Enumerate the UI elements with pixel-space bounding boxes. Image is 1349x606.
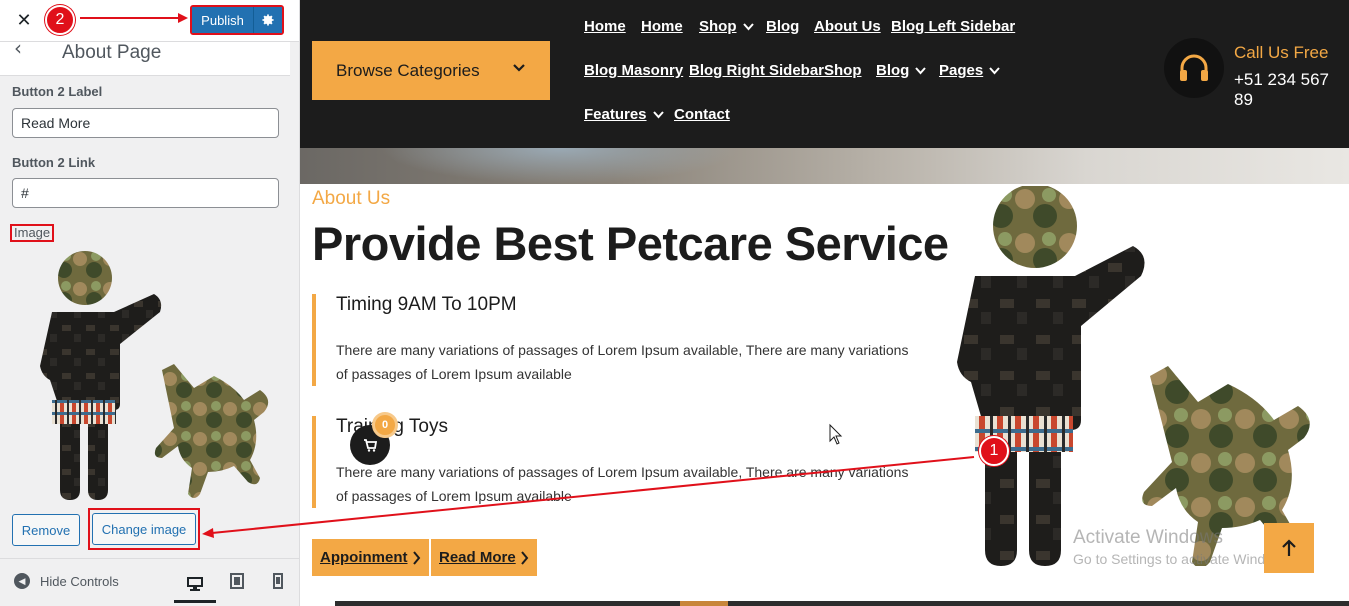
chevron-right-icon xyxy=(412,550,420,565)
site-header: Browse Categories Home Home Shop Blog Ab… xyxy=(300,0,1349,148)
collapse-arrow-icon: ◀ xyxy=(14,573,30,589)
site-preview: Browse Categories Home Home Shop Blog Ab… xyxy=(300,0,1349,606)
call-icon-circle xyxy=(1164,38,1224,98)
read-more-button[interactable]: Read More xyxy=(431,539,537,576)
publish-button[interactable]: Publish xyxy=(192,7,254,33)
hide-controls-label: Hide Controls xyxy=(40,573,119,589)
publish-settings-gear-icon[interactable] xyxy=(254,7,282,33)
appointment-button[interactable]: Appoinment xyxy=(312,539,429,576)
next-section-edge xyxy=(335,601,1349,606)
section-title-bar: ‹ About Page xyxy=(0,36,290,76)
close-customizer-button[interactable]: ✕ xyxy=(10,6,38,34)
browse-categories-label: Browse Categories xyxy=(336,60,480,80)
desktop-icon xyxy=(187,576,203,591)
image-preview-thumbnail xyxy=(40,251,269,500)
feature-training-title: Training Toys xyxy=(336,416,448,437)
hero-image-strip xyxy=(300,148,1349,184)
nav-blog-label: Blog xyxy=(876,62,910,79)
chevron-down-icon xyxy=(915,66,927,74)
nav-blog-dropdown[interactable]: Blog xyxy=(876,62,927,79)
button2-link-input[interactable]: # xyxy=(12,178,279,208)
nav-home-1[interactable]: Home xyxy=(584,18,626,35)
change-image-button[interactable]: Change image xyxy=(92,513,196,545)
nav-shop-label: Shop xyxy=(699,18,737,35)
device-desktop-button[interactable] xyxy=(174,567,216,603)
activate-windows-title: Activate Windows xyxy=(1073,527,1223,548)
nav-pages-label: Pages xyxy=(939,62,984,79)
nav-blog-right-sidebar[interactable]: Blog Right Sidebar xyxy=(689,62,824,79)
scroll-to-top-button[interactable] xyxy=(1264,523,1314,573)
nav-about-us[interactable]: About Us xyxy=(814,18,881,35)
nav-shop-2[interactable]: Shop xyxy=(824,62,862,79)
about-title: Provide Best Petcare Service xyxy=(312,217,949,270)
hide-controls-button[interactable]: ◀ Hide Controls xyxy=(14,573,119,589)
mobile-icon xyxy=(273,573,283,589)
chevron-down-icon xyxy=(652,110,664,118)
feature-timing: Timing 9AM To 10PM There are many variat… xyxy=(312,294,912,386)
chevron-down-icon xyxy=(989,66,1000,74)
remove-image-button[interactable]: Remove xyxy=(12,514,80,546)
chevron-right-icon xyxy=(520,550,528,565)
device-tablet-button[interactable] xyxy=(225,569,249,593)
nav-contact[interactable]: Contact xyxy=(674,106,730,123)
nav-blog[interactable]: Blog xyxy=(766,18,799,35)
nav-pages-dropdown[interactable]: Pages xyxy=(939,62,1000,79)
nav-shop-dropdown[interactable]: Shop xyxy=(699,18,754,35)
arrow-up-icon xyxy=(1282,539,1296,556)
nav-blog-masonry[interactable]: Blog Masonry xyxy=(584,62,683,79)
feature-timing-title: Timing 9AM To 10PM xyxy=(336,294,517,315)
back-chevron-icon[interactable]: ‹ xyxy=(14,36,22,60)
headphones-icon xyxy=(1180,54,1208,81)
cart-count-badge: 0 xyxy=(372,412,398,438)
nav-features-dropdown[interactable]: Features xyxy=(584,106,664,123)
browse-categories-button[interactable]: Browse Categories xyxy=(312,41,550,100)
image-field-title: Image xyxy=(10,224,55,242)
appointment-label: Appoinment xyxy=(320,549,408,566)
feature-training-text: There are many variations of passages of… xyxy=(336,464,909,504)
publish-highlight: Publish xyxy=(190,5,284,35)
about-kicker: About Us xyxy=(312,188,391,209)
step-1-badge: 1 xyxy=(979,436,1009,466)
step-2-badge: 2 xyxy=(45,5,75,35)
nav-blog-left-sidebar[interactable]: Blog Left Sidebar xyxy=(891,18,1015,35)
chevron-down-icon xyxy=(742,22,754,30)
customizer-footer: ◀ Hide Controls xyxy=(0,558,299,606)
feature-timing-text: There are many variations of passages of… xyxy=(336,342,909,382)
call-us-label: Call Us Free xyxy=(1234,43,1329,62)
nav-features-label: Features xyxy=(584,106,647,123)
feature-training: Training Toys There are many variations … xyxy=(312,416,912,508)
cart-icon xyxy=(364,438,377,452)
section-title: About Page xyxy=(62,42,162,63)
nav-home-2[interactable]: Home xyxy=(641,18,683,35)
device-mobile-button[interactable] xyxy=(266,569,290,593)
button2-label-title: Button 2 Label xyxy=(12,84,103,99)
chevron-down-icon xyxy=(513,64,525,72)
button2-label-input[interactable]: Read More xyxy=(12,108,279,138)
customizer-header: ✕ 2 Publish xyxy=(0,0,299,42)
call-us-number[interactable]: +51 234 567 89 xyxy=(1234,70,1349,110)
customizer-sidebar: ✕ 2 Publish ‹ About Page Button 2 Label … xyxy=(0,0,300,606)
activate-windows-subtitle: Go to Settings to activate Windows. xyxy=(1073,551,1294,567)
about-dog-image xyxy=(957,186,1310,566)
button2-link-title: Button 2 Link xyxy=(12,155,96,170)
read-more-label: Read More xyxy=(439,549,516,566)
tablet-icon xyxy=(230,573,244,589)
